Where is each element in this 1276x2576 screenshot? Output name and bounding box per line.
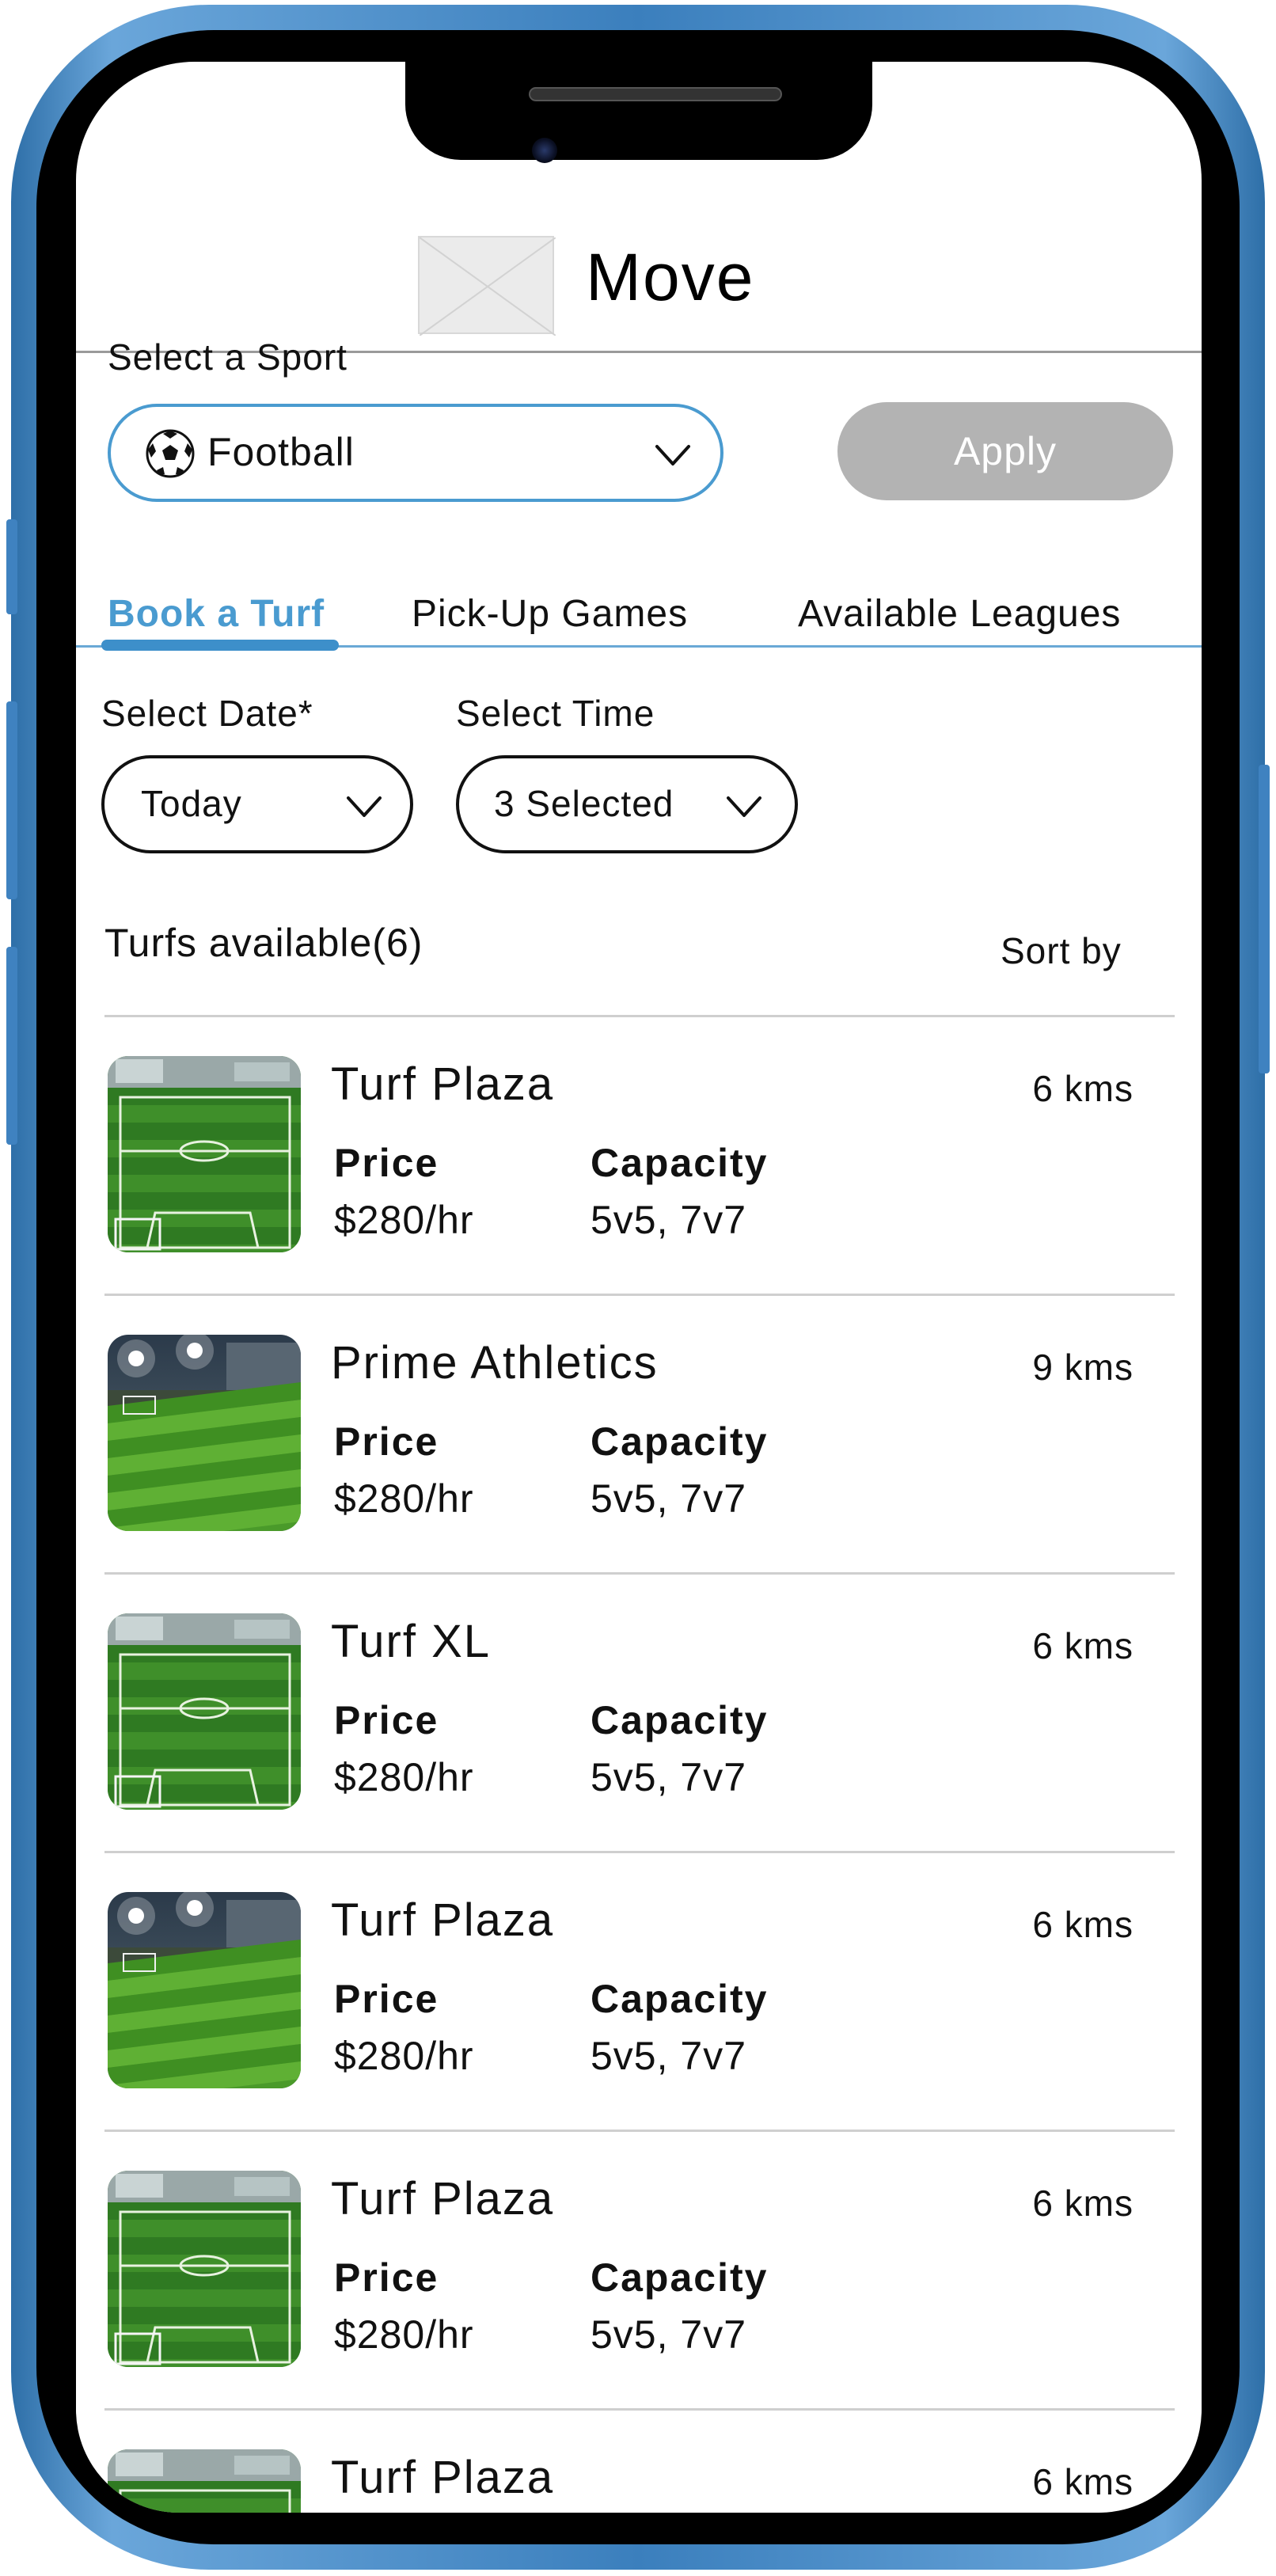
turf-capacity: 5v5, 7v7 [591,2312,747,2357]
turf-name: Prime Athletics [331,1337,659,1389]
turf-photo [108,1056,301,1252]
turf-distance: 6 kms [1032,1904,1134,1945]
soccer-ball-icon [146,429,195,478]
sport-select[interactable]: Football [108,404,723,502]
app-header: Move [76,157,1202,353]
date-label: Select Date* [101,693,313,734]
capacity-label: Capacity [591,1698,769,1742]
date-value: Today [141,783,242,824]
price-label: Price [334,1977,439,2021]
turf-distance: 9 kms [1032,1347,1134,1388]
sport-selected-value: Football [207,430,355,474]
price-label: Price [334,1698,439,1742]
turf-capacity: 5v5, 7v7 [591,1476,747,1521]
date-select[interactable]: Today [101,755,413,853]
capacity-label: Capacity [591,1141,769,1185]
turf-price: $280/hr [334,2312,474,2357]
turf-name: Turf Plaza [331,2173,555,2225]
turf-card[interactable]: Turf Plaza 6 kms Price Capacity $280/hr … [104,1016,1175,1294]
side-button [6,519,17,614]
apply-button[interactable]: Apply [837,402,1173,500]
time-value: 3 Selected [494,783,674,824]
turf-name: Turf Plaza [331,2452,555,2503]
turf-photo [108,1892,301,2088]
turf-capacity: 5v5, 7v7 [591,2034,747,2078]
sport-label: Select a Sport [108,336,347,378]
side-button [6,947,17,1145]
turf-card[interactable]: Prime Athletics 9 kms Price Capacity $28… [104,1295,1175,1572]
active-tab-indicator [101,640,339,651]
capacity-label: Capacity [591,1419,769,1464]
turf-card[interactable]: Turf Plaza 6 kms [104,2410,1175,2513]
tab-book-a-turf[interactable]: Book a Turf [108,592,325,636]
logo-placeholder [418,236,556,336]
chevron-down-icon [655,445,690,465]
time-label: Select Time [456,693,655,734]
chevron-down-icon [347,796,382,817]
turf-distance: 6 kms [1032,1068,1134,1109]
price-label: Price [334,2255,439,2300]
turf-card[interactable]: Turf Plaza 6 kms Price Capacity $280/hr … [104,1852,1175,2130]
turf-distance: 6 kms [1032,1625,1134,1666]
turf-name: Turf Plaza [331,1894,555,1946]
turf-price: $280/hr [334,1198,474,1242]
turf-distance: 6 kms [1032,2183,1134,2224]
turfs-available-heading: Turfs available(6) [104,921,423,965]
app-title: Move [586,240,755,314]
turf-price: $280/hr [334,2034,474,2078]
turf-card[interactable]: Turf Plaza 6 kms Price Capacity $280/hr … [104,2131,1175,2408]
phone-screen: Move Select a Sport Football Apply Book … [76,62,1202,2513]
speaker-grille [529,87,782,101]
capacity-label: Capacity [591,1977,769,2021]
tab-bar: Book a Turf Pick-Up Games Available Leag… [76,568,1202,651]
turf-photo [108,1335,301,1531]
turf-name: Turf XL [331,1616,492,1667]
turf-photo [108,1613,301,1810]
side-button [6,701,17,899]
turf-price: $280/hr [334,1476,474,1521]
turf-photo [108,2449,301,2513]
side-button [1259,765,1270,1073]
turf-card[interactable]: Turf XL 6 kms Price Capacity $280/hr 5v5… [104,1574,1175,1851]
tab-available-leagues[interactable]: Available Leagues [798,592,1121,636]
time-select[interactable]: 3 Selected [456,755,798,853]
tab-pick-up-games[interactable]: Pick-Up Games [412,592,688,636]
price-label: Price [334,1141,439,1185]
turf-name: Turf Plaza [331,1058,555,1110]
turf-capacity: 5v5, 7v7 [591,1755,747,1799]
turf-photo [108,2171,301,2367]
capacity-label: Capacity [591,2255,769,2300]
image-placeholder-icon [419,237,556,336]
turf-capacity: 5v5, 7v7 [591,1198,747,1242]
notch [405,62,872,160]
turf-distance: 6 kms [1032,2461,1134,2502]
turf-price: $280/hr [334,1755,474,1799]
sort-by-button[interactable]: Sort by [1001,929,1122,972]
chevron-down-icon [727,796,761,817]
price-label: Price [334,1419,439,1464]
